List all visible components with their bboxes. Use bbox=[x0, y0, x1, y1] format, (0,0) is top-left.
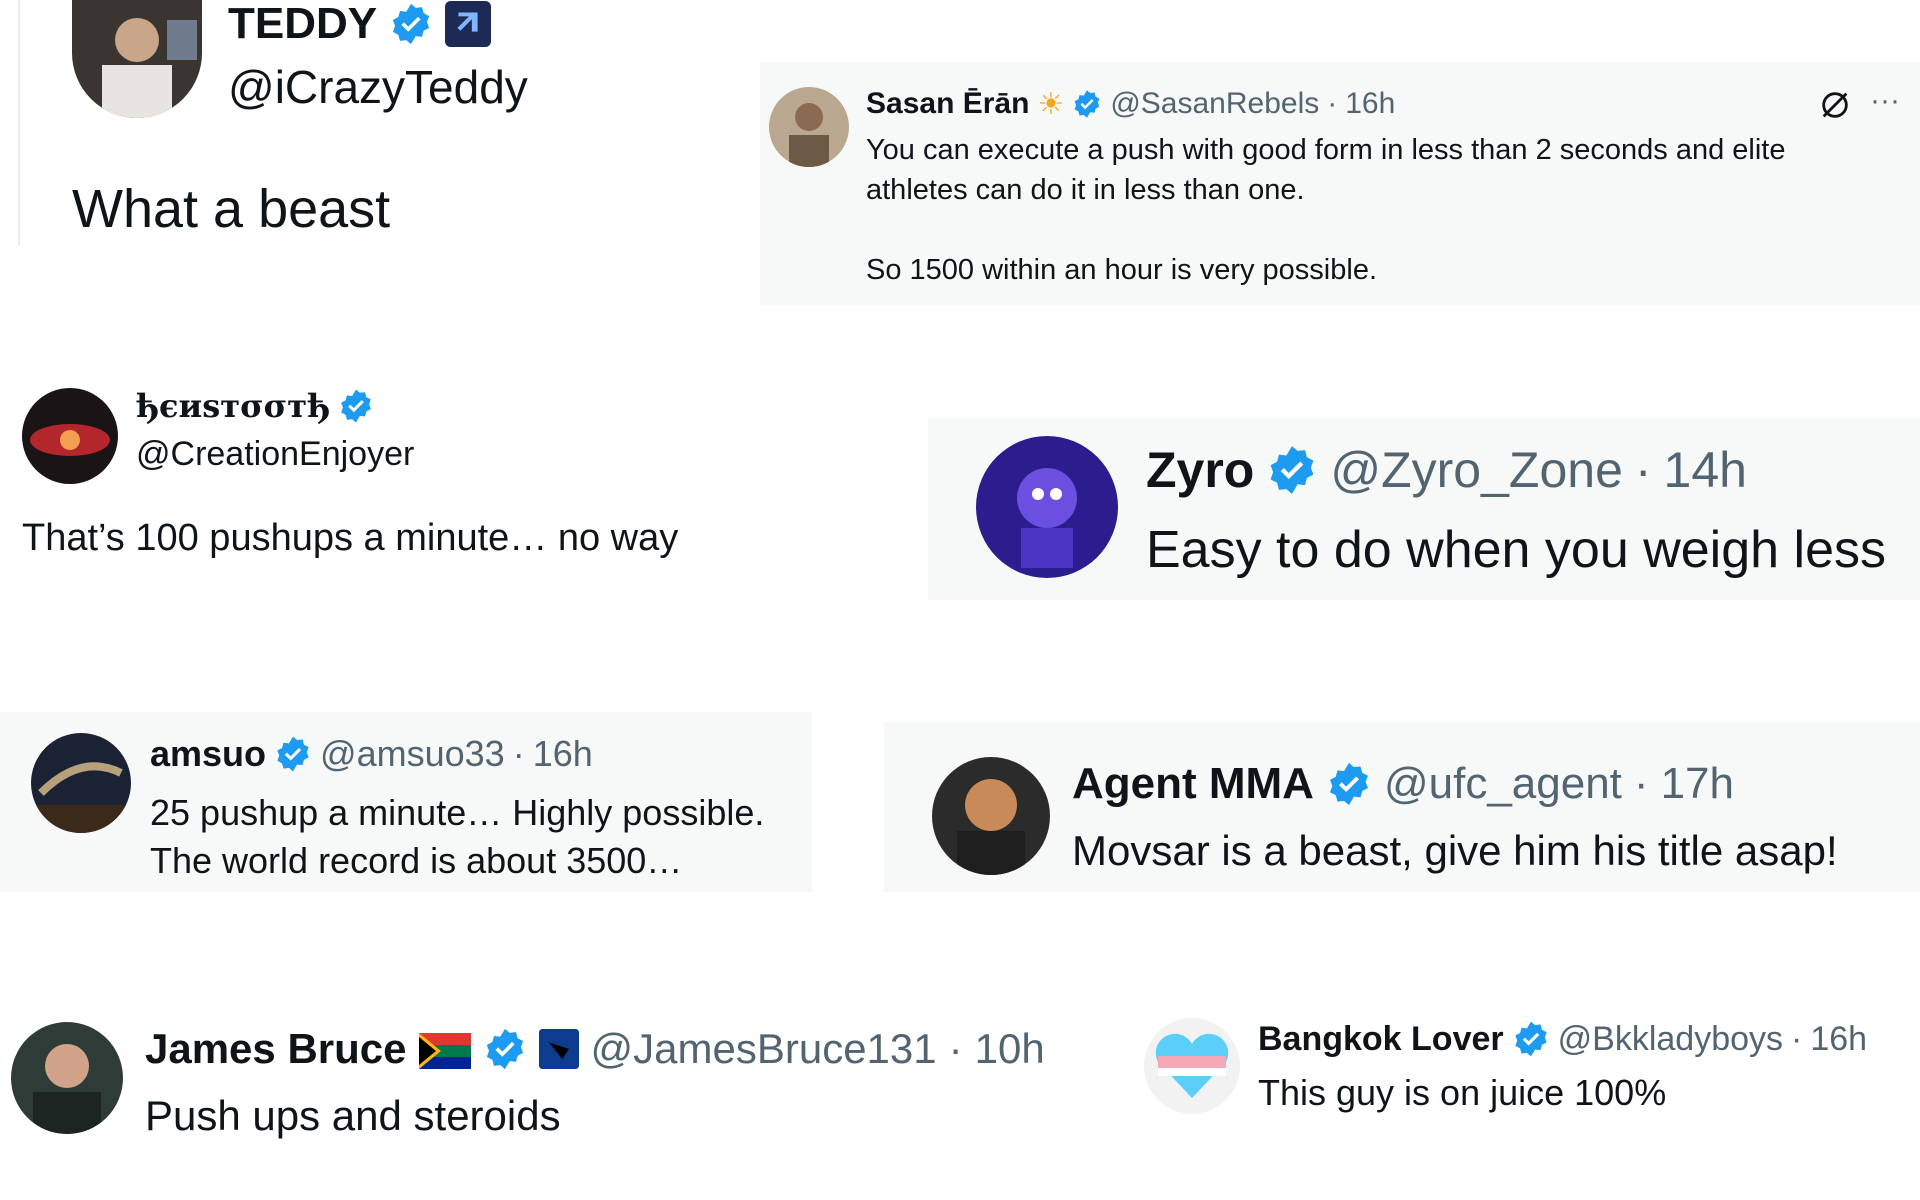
verified-badge-icon bbox=[1266, 444, 1318, 496]
avatar[interactable] bbox=[1144, 1018, 1240, 1114]
timestamp[interactable]: 10h bbox=[975, 1025, 1045, 1073]
handle[interactable]: @iCrazyTeddy bbox=[228, 60, 528, 114]
tweet-text: What a beast bbox=[72, 179, 391, 239]
verified-badge-icon bbox=[338, 388, 374, 424]
tweet-card-creationenjoyer[interactable]: ђєиѕтσσтђ @CreationEnjoyer That’s 100 pu… bbox=[0, 380, 860, 580]
handle[interactable]: @ufc_agent bbox=[1384, 759, 1622, 809]
display-name[interactable]: Sasan Ērān bbox=[866, 87, 1029, 121]
tweet-text: That’s 100 pushups a minute… no way bbox=[22, 517, 679, 559]
grok-icon[interactable] bbox=[1818, 88, 1852, 122]
tweet-card-james-bruce[interactable]: James Bruce @JamesBruce131 · 10h Push up… bbox=[0, 1000, 1100, 1160]
tweet-card-sasan[interactable]: Sasan Ērān ☀ @SasanRebels · 16h ··· You … bbox=[760, 62, 1920, 305]
handle[interactable]: @JamesBruce131 bbox=[591, 1025, 937, 1073]
tweet-text: Push ups and steroids bbox=[145, 1092, 561, 1139]
timestamp[interactable]: 16h bbox=[1810, 1020, 1867, 1059]
avatar[interactable] bbox=[769, 87, 849, 167]
display-name[interactable]: Zyro bbox=[1146, 441, 1254, 499]
timestamp[interactable]: 17h bbox=[1661, 759, 1734, 809]
tweet-text-line-2: athletes can do it in less than one. bbox=[866, 174, 1305, 206]
separator-dot: · bbox=[1791, 1019, 1803, 1058]
tweet-text: You can execute a push with good form in… bbox=[866, 134, 1786, 166]
avatar[interactable] bbox=[72, 0, 202, 118]
tweet-text: Movsar is a beast, give him his title as… bbox=[1072, 827, 1838, 874]
verified-badge-icon bbox=[1072, 89, 1102, 119]
separator-dot: · bbox=[512, 733, 525, 774]
handle[interactable]: @SasanRebels bbox=[1110, 87, 1319, 121]
tweet-text: 25 pushup a minute… Highly possible. bbox=[150, 792, 765, 833]
separator-dot: · bbox=[1634, 442, 1652, 498]
avatar[interactable] bbox=[976, 436, 1118, 578]
display-name[interactable]: James Bruce bbox=[145, 1025, 407, 1073]
handle[interactable]: @amsuo33 bbox=[320, 733, 505, 775]
tweet-text: Easy to do when you weigh less bbox=[1146, 521, 1886, 579]
timestamp[interactable]: 14h bbox=[1664, 441, 1747, 499]
handle[interactable]: @Zyro_Zone bbox=[1330, 441, 1623, 499]
avatar[interactable] bbox=[932, 757, 1050, 875]
handle[interactable]: @Bkkladyboys bbox=[1558, 1020, 1783, 1059]
tweet-card-teddy[interactable]: TEDDY @iCrazyTeddy What a beast bbox=[0, 0, 740, 250]
verified-badge-icon bbox=[389, 2, 433, 46]
tweet-card-agent-mma[interactable]: Agent MMA @ufc_agent · 17h Movsar is a b… bbox=[884, 722, 1920, 892]
tweet-card-bangkok-lover[interactable]: Bangkok Lover @Bkkladyboys · 16h This gu… bbox=[1140, 1000, 1920, 1160]
display-name[interactable]: TEDDY bbox=[228, 0, 377, 49]
timestamp[interactable]: 16h bbox=[1345, 87, 1395, 121]
separator-dot: · bbox=[948, 1025, 963, 1072]
avatar[interactable] bbox=[22, 388, 118, 484]
tweet-text-line-2: The world record is about 3500… bbox=[150, 840, 683, 881]
separator-dot: · bbox=[1633, 759, 1649, 808]
affiliate-badge-icon bbox=[445, 1, 492, 47]
thread-line bbox=[18, 0, 20, 245]
verified-badge-icon bbox=[274, 735, 312, 773]
tweet-text: This guy is on juice 100% bbox=[1258, 1072, 1667, 1113]
more-icon[interactable]: ··· bbox=[1870, 84, 1900, 118]
timestamp[interactable]: 16h bbox=[533, 733, 593, 775]
tweet-card-amsuo[interactable]: amsuo @amsuo33 · 16h 25 pushup a minute…… bbox=[0, 712, 812, 892]
tweet-card-zyro[interactable]: Zyro @Zyro_Zone · 14h Easy to do when yo… bbox=[928, 418, 1920, 600]
affiliate-badge-icon bbox=[538, 1029, 579, 1069]
verified-badge-icon bbox=[483, 1027, 527, 1071]
avatar[interactable] bbox=[11, 1022, 123, 1134]
handle[interactable]: @CreationEnjoyer bbox=[136, 435, 414, 474]
sun-emoji-icon: ☀ bbox=[1037, 87, 1065, 121]
verified-badge-icon bbox=[1512, 1020, 1550, 1058]
verified-badge-icon bbox=[1326, 761, 1372, 807]
display-name[interactable]: ђєиѕтσσтђ bbox=[136, 387, 330, 425]
display-name[interactable]: Bangkok Lover bbox=[1258, 1020, 1504, 1059]
tweet-text-line-3: So 1500 within an hour is very possible. bbox=[866, 254, 1378, 286]
display-name[interactable]: amsuo bbox=[150, 733, 266, 775]
south-africa-flag-icon bbox=[418, 1031, 471, 1069]
separator-dot: · bbox=[1327, 87, 1338, 120]
avatar[interactable] bbox=[31, 733, 131, 833]
display-name[interactable]: Agent MMA bbox=[1072, 759, 1314, 809]
